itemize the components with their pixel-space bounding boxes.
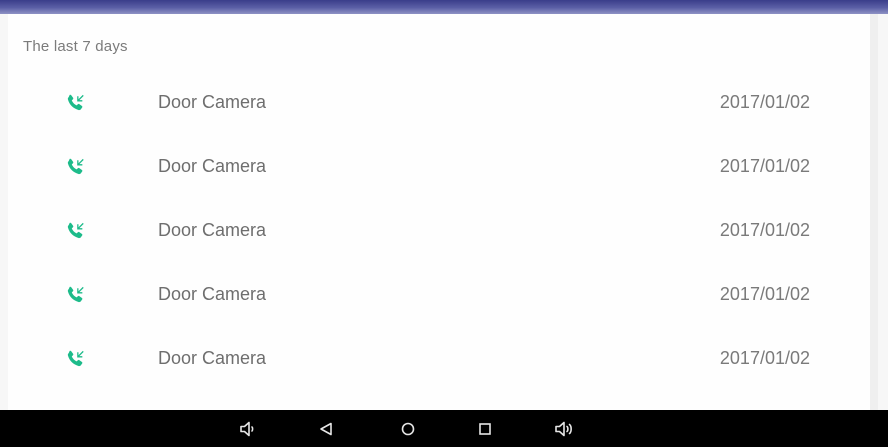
section-header-last-7-days: The last 7 days — [23, 38, 128, 55]
navigation-bar — [0, 410, 888, 447]
call-date: 2017/01/02 — [719, 156, 810, 176]
incoming-call-icon — [64, 92, 86, 114]
caller-name: Door Camera — [158, 92, 267, 112]
scrollbar-track — [870, 14, 878, 410]
incoming-call-icon — [64, 220, 86, 242]
call-log-item[interactable]: Door Camera 2017/01/02 — [8, 74, 870, 134]
incoming-call-icon — [64, 348, 86, 370]
call-date: 2017/01/02 — [719, 348, 810, 368]
call-date: 2017/01/02 — [719, 92, 810, 112]
volume-up-icon[interactable] — [552, 416, 578, 442]
call-log-item[interactable]: Door Camera 2017/01/02 — [8, 330, 870, 390]
caller-name: Door Camera — [158, 284, 267, 304]
volume-down-icon[interactable] — [236, 416, 262, 442]
call-date: 2017/01/02 — [719, 284, 810, 304]
recents-icon[interactable] — [472, 416, 498, 442]
home-icon[interactable] — [395, 416, 421, 442]
caller-name: Door Camera — [158, 348, 267, 368]
caller-name: Door Camera — [158, 220, 267, 240]
call-log-item[interactable]: Door Camera 2017/01/02 — [8, 138, 870, 198]
back-icon[interactable] — [313, 416, 339, 442]
call-log-item[interactable]: Door Camera 2017/01/02 — [8, 202, 870, 262]
caller-name: Door Camera — [158, 156, 267, 176]
incoming-call-icon — [64, 284, 86, 306]
call-log-screen: The last 7 days Door Camera 2017/01/02 D… — [0, 14, 888, 410]
call-log-item[interactable]: Door Camera 2017/01/02 — [8, 266, 870, 326]
status-bar-gradient — [0, 0, 888, 14]
call-date: 2017/01/02 — [719, 220, 810, 240]
incoming-call-icon — [64, 156, 86, 178]
